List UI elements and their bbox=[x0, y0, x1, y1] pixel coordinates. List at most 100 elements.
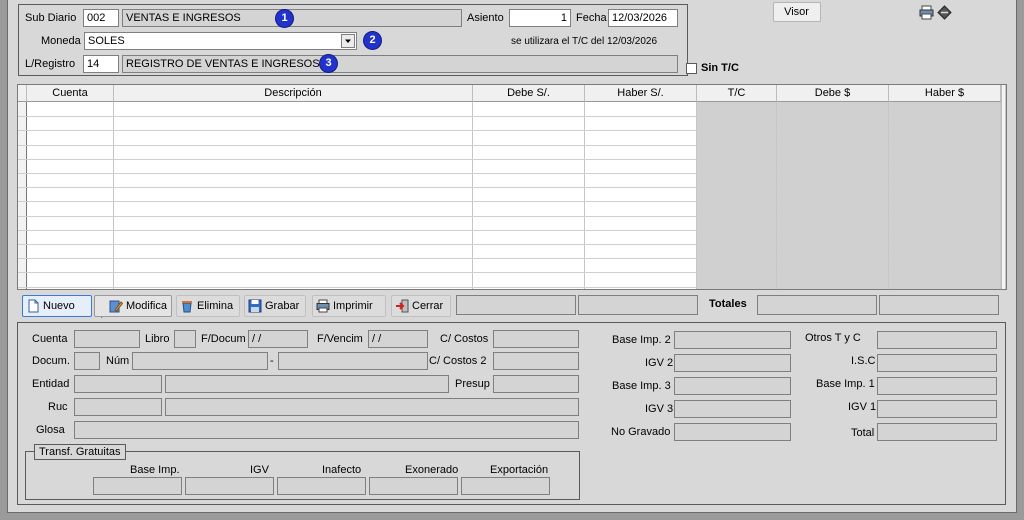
table-row-separator bbox=[18, 272, 1001, 273]
chevron-down-icon[interactable] bbox=[341, 34, 355, 48]
visor-button[interactable]: Visor bbox=[773, 2, 821, 22]
fecha-field[interactable]: 12/03/2026 bbox=[608, 9, 678, 27]
cerrar-button[interactable]: Cerrar bbox=[391, 295, 451, 317]
gratuitas-base-imp-field[interactable] bbox=[93, 477, 182, 495]
docum-label: Docum. bbox=[32, 355, 70, 367]
igv1-field[interactable] bbox=[877, 400, 997, 418]
callout-badge-1: 1 bbox=[276, 10, 293, 27]
libro-field[interactable] bbox=[174, 330, 196, 348]
total-haber-soles-field bbox=[578, 295, 698, 315]
grid-scrollbar-track[interactable] bbox=[1001, 85, 1006, 289]
f-vencim-field[interactable]: / / bbox=[368, 330, 428, 348]
imprimir-label: Imprimir bbox=[333, 300, 373, 312]
f-docum-field[interactable]: / / bbox=[248, 330, 308, 348]
gratuitas-igv-field[interactable] bbox=[185, 477, 274, 495]
sub-diario-label: Sub Diario bbox=[25, 12, 77, 24]
asiento-field[interactable]: 1 bbox=[509, 9, 571, 27]
glosa-field[interactable] bbox=[74, 421, 579, 439]
imprimir-button[interactable]: Imprimir bbox=[312, 295, 386, 317]
new-document-icon bbox=[26, 299, 40, 313]
c-costos-label: C/ Costos bbox=[440, 333, 489, 345]
num-label: Núm bbox=[106, 355, 130, 367]
base-imp2-label: Base Imp. 2 bbox=[612, 334, 671, 346]
entries-grid[interactable]: Cuenta Descripción Debe S/. Haber S/. T/… bbox=[17, 84, 1007, 290]
gratuitas-inafecto-label: Inafecto bbox=[322, 464, 362, 476]
printer-icon bbox=[316, 299, 330, 313]
elimina-label: Elimina bbox=[197, 300, 234, 312]
base-imp1-field[interactable] bbox=[877, 377, 997, 395]
gratuitas-exportacion-field[interactable] bbox=[461, 477, 550, 495]
moneda-value: SOLES bbox=[88, 35, 125, 47]
eraser-icon[interactable] bbox=[937, 5, 952, 20]
edit-document-icon bbox=[109, 299, 124, 313]
c-costos2-label: C/ Costos 2 bbox=[429, 355, 487, 367]
base-imp3-label: Base Imp. 3 bbox=[612, 380, 671, 392]
modifica-button[interactable]: Modifica bbox=[94, 295, 172, 317]
registro-code-field[interactable]: 14 bbox=[83, 55, 119, 73]
igv3-field[interactable] bbox=[674, 400, 791, 418]
cuenta-label: Cuenta bbox=[32, 333, 68, 345]
no-gravado-label: No Gravado bbox=[611, 426, 671, 438]
col-header-descripcion[interactable]: Descripción bbox=[114, 85, 473, 102]
entidad-code-field[interactable] bbox=[74, 375, 162, 393]
col-header-tc[interactable]: T/C bbox=[697, 85, 777, 102]
isc-field[interactable] bbox=[877, 354, 997, 372]
otros-tyc-field[interactable] bbox=[877, 331, 997, 349]
ruc-field[interactable] bbox=[74, 398, 162, 416]
callout-badge-2: 2 bbox=[364, 32, 381, 49]
modifica-label: Modifica bbox=[126, 300, 167, 312]
docum-field[interactable] bbox=[74, 352, 100, 370]
col-header-haber-soles[interactable]: Haber S/. bbox=[585, 85, 697, 102]
col-header-debe-dolares[interactable]: Debe $ bbox=[777, 85, 889, 102]
num-series-field[interactable] bbox=[132, 352, 268, 370]
cuenta-field[interactable] bbox=[74, 330, 140, 348]
otros-tyc-label: Otros T y C bbox=[805, 332, 861, 344]
recycle-bin-icon bbox=[180, 299, 194, 313]
totales-label: Totales bbox=[709, 298, 747, 310]
gratuitas-igv-label: IGV bbox=[250, 464, 269, 476]
grabar-button[interactable]: Grabar bbox=[244, 295, 306, 317]
entidad-name-field[interactable] bbox=[165, 375, 449, 393]
printer-icon[interactable] bbox=[919, 5, 934, 20]
table-row-separator bbox=[18, 244, 1001, 245]
table-row-separator bbox=[18, 187, 1001, 188]
floppy-disk-icon bbox=[248, 299, 262, 313]
glosa-label: Glosa bbox=[36, 424, 65, 436]
c-costos2-field[interactable] bbox=[493, 352, 579, 370]
c-costos-field[interactable] bbox=[493, 330, 579, 348]
base-imp3-field[interactable] bbox=[674, 377, 791, 395]
registro-name-field[interactable]: REGISTRO DE VENTAS E INGRESOS bbox=[122, 55, 678, 73]
no-gravado-field[interactable] bbox=[674, 423, 791, 441]
visor-label: Visor bbox=[784, 6, 809, 18]
gratuitas-inafecto-field[interactable] bbox=[277, 477, 366, 495]
nuevo-button[interactable]: Nuevo bbox=[22, 295, 92, 317]
base-imp1-label: Base Imp. 1 bbox=[816, 378, 875, 390]
total-haber-dolares-field bbox=[879, 295, 999, 315]
table-row-separator bbox=[18, 258, 1001, 259]
total-debe-dolares-field bbox=[757, 295, 877, 315]
gratuitas-exonerado-field[interactable] bbox=[369, 477, 458, 495]
moneda-select[interactable]: SOLES bbox=[84, 32, 357, 50]
base-imp2-field[interactable] bbox=[674, 331, 791, 349]
tc-note: se utilizara el T/C del 12/03/2026 bbox=[511, 36, 658, 47]
cerrar-label: Cerrar bbox=[412, 300, 444, 312]
isc-label: I.S.C bbox=[851, 355, 876, 367]
ruc-name-field[interactable] bbox=[165, 398, 579, 416]
table-row-separator bbox=[18, 130, 1001, 131]
entidad-label: Entidad bbox=[32, 378, 70, 390]
table-row-separator bbox=[18, 216, 1001, 217]
col-header-debe-soles[interactable]: Debe S/. bbox=[473, 85, 585, 102]
registro-label: L/Registro bbox=[25, 58, 76, 70]
presup-field[interactable] bbox=[493, 375, 579, 393]
elimina-button[interactable]: Elimina bbox=[176, 295, 240, 317]
total-debe-soles-field bbox=[456, 295, 576, 315]
total-field[interactable] bbox=[877, 423, 997, 441]
table-row-separator bbox=[18, 159, 1001, 160]
igv2-field[interactable] bbox=[674, 354, 791, 372]
col-header-haber-dolares[interactable]: Haber $ bbox=[889, 85, 1001, 102]
sub-diario-code-field[interactable]: 002 bbox=[83, 9, 119, 27]
num-number-field[interactable] bbox=[278, 352, 428, 370]
table-row-separator bbox=[18, 287, 1001, 288]
sin-tc-checkbox[interactable] bbox=[686, 63, 697, 74]
col-header-cuenta[interactable]: Cuenta bbox=[27, 85, 114, 102]
